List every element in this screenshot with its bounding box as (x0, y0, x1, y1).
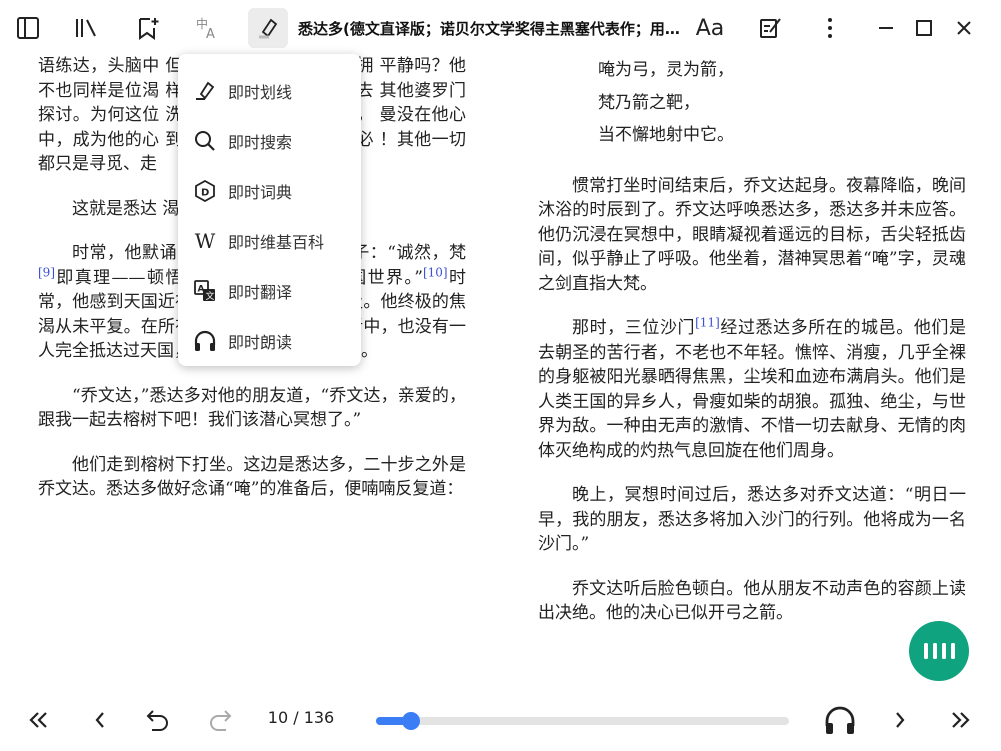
right-paragraph-2: 那时，三位沙门[11]经过悉达多所在的城邑。他们是去朝圣的苦行者，不老也不年轻。… (538, 316, 966, 463)
verse-line: 唵为弓，灵为箭， (598, 60, 734, 80)
headphones-icon (192, 328, 218, 354)
left-paragraph-4: “乔文达，”悉达多对他的朋友道，“乔文达，亲爱的，跟我一起去榕树下吧！我们该潜心… (38, 385, 466, 431)
verse-line: 当不懈地射中它。 (598, 125, 734, 145)
svg-text:文: 文 (206, 290, 215, 302)
wikipedia-icon: W (194, 229, 216, 253)
progress-slider-thumb[interactable] (402, 712, 421, 730)
dictionary-icon: D (192, 178, 218, 204)
font-settings-label: Aa (695, 15, 725, 41)
menu-item-label: 即时朗读 (228, 333, 293, 352)
translate-icon: A文 (192, 278, 218, 304)
page-indicator: 10 / 136 (267, 708, 335, 727)
undo-icon[interactable] (140, 702, 176, 738)
audio-bars-icon (924, 643, 955, 659)
progress-slider[interactable] (376, 712, 789, 730)
highlighter-icon (192, 78, 218, 104)
tts-player-button[interactable] (909, 621, 969, 681)
left-paragraph-5: 他们走到榕树下打坐。这边是悉达多，二十步之外是乔文达。悉达多做好念诵“唵”的准备… (38, 454, 466, 500)
menu-item-label: 即时维基百科 (228, 233, 325, 252)
footnote-link[interactable]: [9] (38, 265, 55, 279)
right-page: 唵为弓，灵为箭， 梵乃箭之靶， 当不懈地射中它。 惯常打坐时间结束后，乔文达起身… (538, 54, 966, 686)
highlighter-icon[interactable] (248, 8, 288, 48)
right-paragraph-3: 晚上，冥想时间过后，悉达多对乔文达道：“明日一早，我的朋友，悉达多将加入沙门的行… (538, 485, 966, 554)
menu-item-label: 即时翻译 (228, 283, 293, 302)
redo-icon[interactable] (202, 702, 238, 738)
edit-note-icon[interactable] (750, 8, 790, 48)
bottom-navigation-bar: 10 / 136 (0, 690, 1001, 751)
library-icon[interactable] (66, 8, 106, 48)
right-paragraph-1: 惯常打坐时间结束后，乔文达起身。夜幕降临，晚间沐浴的时辰到了。乔文达呼唤悉达多，… (538, 175, 966, 294)
skip-forward-icon[interactable] (942, 702, 978, 738)
footnote-link[interactable]: [11] (695, 315, 720, 329)
prev-page-icon[interactable] (82, 702, 118, 738)
menu-item-instant-highlight[interactable]: 即时划线 (178, 66, 361, 116)
bookmark-add-icon[interactable] (128, 8, 168, 48)
text-segment: 经过悉达多所在的城邑。他们是去朝圣的苦行者，不老也不年轻。憔悴、消瘦，几乎全裸的… (538, 318, 966, 461)
top-toolbar: 中A 悉达多(德文直译版；诺贝尔文学奖得主黑塞代表作；用… Aa (0, 0, 1001, 56)
translate-icon[interactable]: 中A (188, 8, 228, 48)
maximize-icon[interactable] (904, 8, 944, 48)
text-segment: 那时，三位沙门 (572, 318, 696, 338)
menu-item-instant-wikipedia[interactable]: W 即时维基百科 (178, 216, 361, 266)
close-icon[interactable] (944, 8, 984, 48)
sidebar-toggle-icon[interactable] (8, 8, 48, 48)
next-page-icon[interactable] (882, 702, 918, 738)
skip-back-icon[interactable] (21, 702, 57, 738)
svg-text:A: A (206, 27, 215, 41)
minimize-icon[interactable] (866, 8, 906, 48)
menu-item-instant-dictionary[interactable]: D 即时词典 (178, 166, 361, 216)
book-title: 悉达多(德文直译版；诺贝尔文学奖得主黑塞代表作；用… (298, 20, 680, 38)
font-settings-icon[interactable]: Aa (690, 8, 730, 48)
menu-item-instant-read-aloud[interactable]: 即时朗读 (178, 316, 361, 366)
menu-item-label: 即时搜索 (228, 133, 293, 152)
menu-item-instant-search[interactable]: 即时搜索 (178, 116, 361, 166)
right-paragraph-4: 乔文达听后脸色顿白。他从朋友不动声色的容颜上读出决绝。他的决心已似开弓之箭。 (538, 578, 966, 624)
menu-item-instant-translate[interactable]: A文 即时翻译 (178, 266, 361, 316)
footnote-link[interactable]: [10] (423, 265, 448, 279)
headphones-icon[interactable] (822, 702, 858, 738)
svg-text:D: D (201, 188, 209, 199)
verse-block: 唵为弓，灵为箭， 梵乃箭之靶， 当不懈地射中它。 (538, 54, 966, 152)
instant-actions-menu: 即时划线 即时搜索 D 即时词典 W 即时维基百科 A文 即时翻译 即时朗读 (178, 54, 361, 366)
menu-item-label: 即时划线 (228, 83, 293, 102)
search-icon (192, 128, 218, 154)
more-vertical-icon[interactable] (810, 8, 850, 48)
verse-line: 梵乃箭之靶， (598, 92, 700, 113)
menu-item-label: 即时词典 (228, 183, 293, 202)
